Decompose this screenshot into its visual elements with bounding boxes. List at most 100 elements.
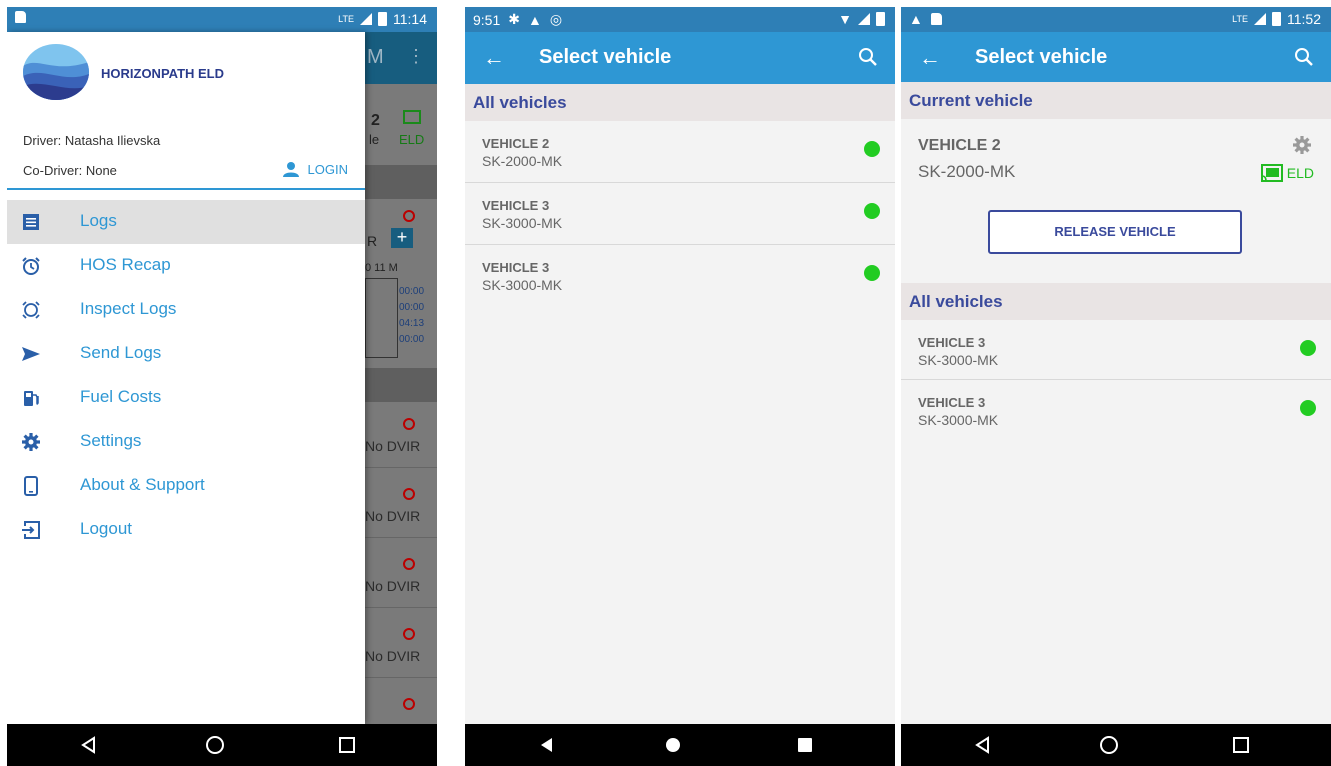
current-vehicle-name: VEHICLE 2: [918, 137, 1001, 154]
sd-card-icon: [930, 13, 942, 25]
vehicle-name: VEHICLE 3: [918, 395, 986, 410]
logs-icon: [23, 214, 39, 230]
back-nav-icon[interactable]: [973, 735, 993, 755]
online-status-dot: [864, 141, 880, 157]
background-clock-label: 0 11 M: [365, 262, 398, 274]
background-time: 00:00: [399, 302, 425, 313]
codriver-name: Co-Driver: None: [23, 163, 117, 178]
vehicle-row[interactable]: VEHICLE 3 SK-3000-MK: [901, 320, 1331, 381]
drawer-divider: [7, 188, 365, 190]
menu-item-logout[interactable]: Logout: [7, 508, 365, 552]
menu-item-label: About & Support: [80, 475, 205, 494]
release-vehicle-button[interactable]: RELEASE VEHICLE: [988, 210, 1242, 254]
settings-status-icon: ✱: [508, 11, 520, 27]
back-arrow-icon[interactable]: ←: [919, 45, 941, 71]
status-bar: ▲ LTE 11:52: [901, 7, 1331, 32]
back-nav-icon[interactable]: [79, 735, 99, 755]
cast-connected-icon: [1260, 164, 1283, 182]
recents-nav-icon[interactable]: [1231, 735, 1251, 755]
background-title-fragment: M: [367, 46, 384, 68]
vehicle-plate: SK-3000-MK: [482, 277, 563, 293]
lte-label: LTE: [338, 14, 354, 24]
phone-screen-select-vehicle: 9:51 ✱ ▲ ◎ ▼ ← Select vehicle All vehicl…: [465, 7, 895, 766]
app-bar: ← Select vehicle: [465, 32, 895, 84]
vehicle-row[interactable]: VEHICLE 3 SK-3000-MK: [901, 380, 1331, 441]
menu-item-label: Logout: [80, 519, 132, 538]
background-dvir-label: No DVIR: [365, 648, 421, 664]
home-nav-icon[interactable]: [1099, 735, 1119, 755]
wifi-icon: ▼: [838, 11, 852, 27]
back-arrow-icon[interactable]: ←: [483, 45, 505, 71]
status-time: 9:51: [473, 11, 501, 28]
vehicle-plate: SK-2000-MK: [482, 153, 563, 169]
system-nav-bar: [901, 724, 1331, 766]
menu-item-inspect-logs[interactable]: Inspect Logs: [7, 288, 365, 332]
menu-item-label: Send Logs: [80, 343, 162, 362]
inspect-icon: [22, 301, 40, 319]
vehicle-row[interactable]: VEHICLE 3 SK-3000-MK: [465, 183, 895, 244]
login-button[interactable]: LOGIN: [282, 161, 348, 177]
menu-item-fuel-costs[interactable]: Fuel Costs: [7, 376, 365, 420]
navigation-drawer: HORIZONPATH ELD Driver: Natasha Ilievska…: [7, 32, 365, 724]
warning-icon: [403, 210, 415, 222]
gear-icon: [22, 433, 40, 451]
brand-name: HORIZONPATH ELD: [101, 66, 225, 81]
menu-item-about-support[interactable]: About & Support: [7, 464, 365, 508]
online-status-dot: [1300, 340, 1316, 356]
warning-status-icon: ▲: [527, 11, 542, 28]
vehicle-name: VEHICLE 3: [918, 335, 986, 350]
sync-status-icon: ◎: [549, 11, 563, 27]
recents-nav-icon[interactable]: [337, 735, 357, 755]
menu-item-label: Logs: [80, 211, 117, 230]
sd-card-icon: [15, 11, 26, 23]
search-icon[interactable]: [1293, 46, 1315, 68]
section-header-all-vehicles: All vehicles: [465, 84, 895, 121]
warning-icon: [403, 418, 415, 430]
back-nav-icon[interactable]: [537, 735, 557, 755]
menu-item-send-logs[interactable]: Send Logs: [7, 332, 365, 376]
signal-icon: [360, 13, 372, 25]
section-header-all-vehicles: All vehicles: [901, 283, 1331, 320]
current-vehicle-plate: SK-2000-MK: [918, 162, 1016, 181]
current-vehicle-card: VEHICLE 2 SK-2000-MK ELD RELEASE VEHICLE: [901, 119, 1331, 283]
background-grid: [365, 278, 398, 358]
background-vehicle-number: 2: [371, 112, 380, 129]
driver-name: Driver: Natasha Ilievska: [23, 133, 161, 148]
login-label: LOGIN: [307, 161, 348, 177]
battery-icon: [1272, 12, 1281, 26]
home-nav-icon[interactable]: [663, 735, 683, 755]
home-nav-icon[interactable]: [205, 735, 225, 755]
page-title: Select vehicle: [539, 46, 672, 68]
warning-icon: [403, 628, 415, 640]
vehicle-name: VEHICLE 3: [482, 260, 550, 275]
menu-item-settings[interactable]: Settings: [7, 420, 365, 464]
warning-icon: [403, 488, 415, 500]
signal-icon: [858, 13, 870, 25]
background-r-label: R: [367, 233, 378, 249]
background-time: 00:00: [399, 334, 425, 345]
menu-item-hos-recap[interactable]: HOS Recap: [7, 244, 365, 288]
status-bar: 9:51 ✱ ▲ ◎ ▼: [465, 7, 895, 32]
fuel-pump-icon: [24, 391, 39, 406]
battery-icon: [378, 12, 387, 26]
background-time: 00:00: [399, 286, 425, 297]
search-icon[interactable]: [857, 46, 879, 68]
page-title: Select vehicle: [975, 46, 1108, 68]
send-icon: [22, 347, 40, 361]
more-vert-icon: ⋮: [407, 46, 425, 66]
menu-item-label: HOS Recap: [80, 255, 171, 274]
vehicle-row[interactable]: VEHICLE 3 SK-3000-MK: [465, 245, 895, 306]
vehicle-row[interactable]: VEHICLE 2 SK-2000-MK: [465, 121, 895, 182]
battery-icon: [876, 12, 885, 26]
section-header-current-vehicle: Current vehicle: [901, 82, 1331, 119]
add-icon: +: [391, 228, 413, 248]
warning-icon: [403, 558, 415, 570]
menu-item-logs[interactable]: Logs: [7, 200, 365, 244]
menu-item-label: Inspect Logs: [80, 299, 177, 318]
gear-icon[interactable]: [1292, 135, 1312, 155]
recents-nav-icon[interactable]: [795, 735, 815, 755]
system-nav-bar: [465, 724, 895, 766]
phone-screen-current-vehicle: ▲ LTE 11:52 ← Select vehicle Current veh…: [901, 7, 1331, 766]
lte-label: LTE: [1232, 14, 1248, 24]
status-time: 11:14: [393, 11, 427, 27]
